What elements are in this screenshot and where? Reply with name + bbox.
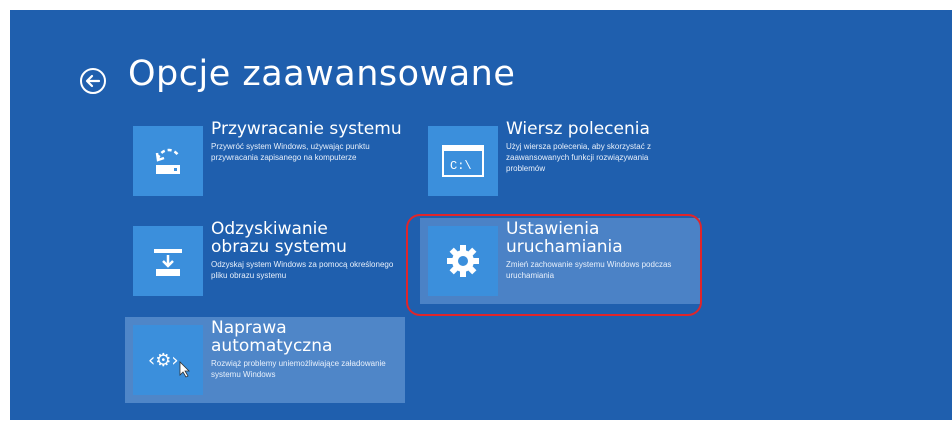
tile-description: Odzyskaj system Windows za pomocą określ… [211,260,394,280]
tile-title: Wiersz polecenia [506,119,650,139]
command-prompt-icon: C:\ [428,126,498,196]
tile-system-image-recovery[interactable]: Odzyskiwanie obrazu systemu Odzyskaj sys… [125,218,405,304]
tile-system-restore[interactable]: Przywracanie systemu Przywróć system Win… [125,118,405,204]
tile-command-prompt[interactable]: C:\ Wiersz polecenia Użyj wiersza polece… [420,118,700,204]
back-arrow-icon [80,68,106,94]
automatic-repair-glyph: ‹⚙› [148,350,179,371]
tile-title: Ustawienia uruchamiania [506,219,623,257]
back-button[interactable] [78,66,108,96]
page-title: Opcje zaawansowane [128,54,516,94]
tile-title: Naprawa automatyczna [211,318,333,356]
tile-description: Rozwiąż problemy uniemożliwiające załado… [211,359,386,379]
system-image-icon [133,226,203,296]
command-prompt-text: C:\ [450,159,472,173]
tile-startup-settings[interactable]: Ustawienia uruchamiania Zmień zachowanie… [420,218,700,304]
tile-title: Przywracanie systemu [211,119,402,139]
system-restore-icon [133,126,203,196]
tile-automatic-repair[interactable]: ‹⚙› Naprawa automatyczna Rozwiąż problem… [125,317,405,403]
gear-icon [428,226,498,296]
tile-description: Użyj wiersza polecenia, aby skorzystać z… [506,142,651,173]
tile-description: Przywróć system Windows, używając punktu… [211,142,370,162]
tile-description: Zmień zachowanie systemu Windows podczas… [506,260,672,280]
tile-title: Odzyskiwanie obrazu systemu [211,219,347,257]
advanced-options-screen: Opcje zaawansowane Przywracanie systemu … [10,10,952,420]
automatic-repair-icon: ‹⚙› [133,325,203,395]
